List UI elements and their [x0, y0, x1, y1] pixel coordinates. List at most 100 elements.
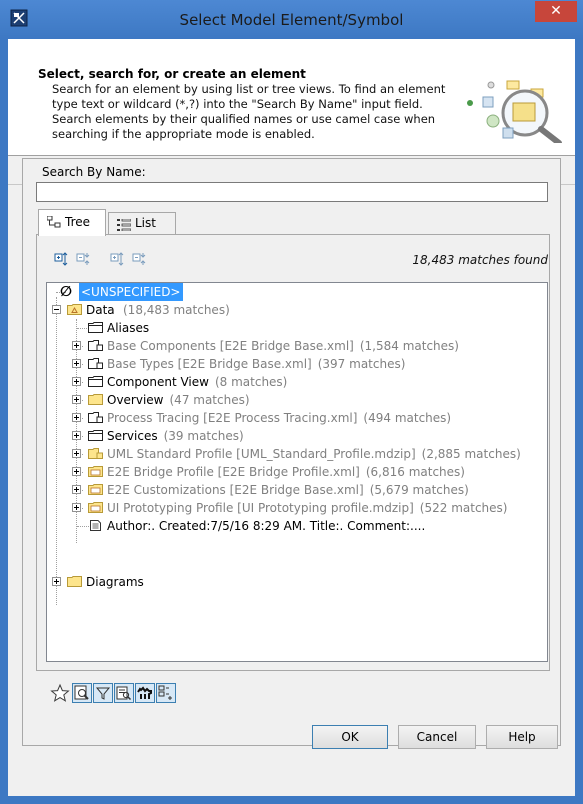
tree-guide-line [56, 297, 57, 605]
create-element-icon [158, 685, 172, 700]
tree-item-text: E2E Bridge Profile [E2E Bridge Profile.x… [107, 463, 465, 481]
camel-icon [137, 686, 152, 699]
tab-tree[interactable]: Tree [38, 209, 106, 236]
qualified-name-icon [116, 686, 132, 701]
search-mode-toggle[interactable] [72, 683, 92, 703]
folder-dark-icon [88, 430, 103, 441]
qualified-name-toggle[interactable] [114, 683, 134, 703]
cancel-button[interactable]: Cancel [398, 725, 476, 749]
package-yellow-icon [88, 448, 103, 459]
profile-yellow-icon [88, 484, 103, 495]
tree-item-label: Process Tracing [E2E Process Tracing.xml… [107, 411, 358, 425]
collapse-selected-icon[interactable] [132, 251, 150, 267]
dialog-window: Select Model Element/Symbol ✕ Select, se… [0, 0, 583, 804]
tab-list[interactable]: List [108, 212, 176, 235]
list-icon [117, 219, 131, 231]
search-document-icon [74, 685, 89, 700]
tree-item-count: (522 matches) [419, 501, 508, 515]
tree-item-count: (397 matches) [317, 357, 406, 371]
header-description: Search for an element by using list or t… [52, 82, 446, 141]
collapse-toggle-icon[interactable] [52, 305, 61, 314]
matches-count: 18,483 matches found [412, 253, 548, 267]
tree-item-text: E2E Customizations [E2E Bridge Base.xml]… [107, 481, 469, 499]
folder-icon [67, 576, 82, 587]
expand-toggle-icon[interactable] [72, 377, 81, 386]
profile-yellow-icon [88, 466, 103, 477]
expand-toggle-icon[interactable] [72, 485, 81, 494]
package-dark-icon [88, 412, 103, 423]
expand-toggle-icon[interactable] [72, 449, 81, 458]
folder-dark-icon [88, 322, 103, 333]
search-by-name-label: Search By Name: [42, 165, 146, 179]
tree-icon [47, 216, 61, 228]
expand-toggle-icon[interactable] [52, 577, 61, 586]
tree-item-text: Services (39 matches) [107, 427, 244, 445]
tree-item-label: <UNSPECIFIED> [79, 283, 183, 301]
tree-item-text: Base Components [E2E Bridge Base.xml] (1,… [107, 337, 459, 355]
tree-item-count: (1,584 matches) [359, 339, 459, 353]
package-dark-icon [88, 340, 103, 351]
expand-toggle-icon[interactable] [72, 341, 81, 350]
title-bar[interactable]: Select Model Element/Symbol ✕ [0, 0, 583, 39]
tree-item-label: E2E Customizations [E2E Bridge Base.xml] [107, 483, 364, 497]
tree-item-label: Services [107, 429, 158, 443]
model-folder-icon [67, 304, 82, 315]
tree-item-count: (5,679 matches) [369, 483, 469, 497]
folder-dark-icon [88, 376, 103, 387]
header-title: Select, search for, or create an element [38, 67, 306, 81]
expand-all-icon[interactable] [54, 251, 72, 267]
new-element-toggle[interactable] [156, 683, 176, 703]
tree-item-count: (39 matches) [163, 429, 244, 443]
tree-item-count: (18,483 matches) [123, 303, 230, 317]
folder-yellow-icon [88, 394, 103, 405]
tree-item-text: Component View (8 matches) [107, 373, 287, 391]
tab-tree-label: Tree [65, 215, 91, 229]
expand-toggle-icon[interactable] [72, 413, 81, 422]
empty-set-icon: ∅ [60, 284, 72, 300]
package-dark-icon [88, 358, 103, 369]
tree-item-label: Component View [107, 375, 209, 389]
tree-item-text: Base Types [E2E Bridge Base.xml] (397 mat… [107, 355, 405, 373]
tree-item-label: Aliases [107, 321, 150, 335]
tree-item-label: Base Types [E2E Bridge Base.xml] [107, 357, 312, 371]
tree-item-label: Overview [107, 393, 164, 407]
expand-toggle-icon[interactable] [72, 467, 81, 476]
tree-item-count: (47 matches) [169, 393, 250, 407]
header-banner: Select, search for, or create an element… [8, 39, 575, 156]
expand-toggle-icon[interactable] [72, 395, 81, 404]
expand-toggle-icon[interactable] [72, 359, 81, 368]
expand-selected-icon[interactable] [110, 251, 128, 267]
search-by-name-input[interactable] [36, 182, 548, 202]
tab-list-label: List [135, 216, 156, 230]
tree-item-label: UML Standard Profile [UML_Standard_Profi… [107, 447, 416, 461]
element-tree[interactable]: ∅ <UNSPECIFIED> Data (18,483 matches) Al… [46, 282, 548, 662]
tree-item-label: Diagrams [86, 575, 144, 589]
profile-yellow-icon [88, 502, 103, 513]
tree-item-text: Overview (47 matches) [107, 391, 250, 409]
close-button[interactable]: ✕ [535, 1, 577, 22]
tree-item-count: (2,885 matches) [421, 447, 521, 461]
filter-toggle[interactable] [93, 683, 113, 703]
tree-item-count: (8 matches) [214, 375, 288, 389]
tree-item-text: Process Tracing [E2E Process Tracing.xml… [107, 409, 451, 427]
window-title: Select Model Element/Symbol [179, 11, 404, 29]
comment-icon [90, 520, 101, 531]
tree-item-count: (6,816 matches) [365, 465, 465, 479]
ok-button[interactable]: OK [312, 725, 388, 749]
expand-toggle-icon[interactable] [72, 503, 81, 512]
favorite-star-icon[interactable] [50, 683, 70, 703]
tree-item-label: Data [86, 303, 115, 317]
tree-item-label: E2E Bridge Profile [E2E Bridge Profile.x… [107, 465, 360, 479]
magnifier-illustration-icon [467, 80, 562, 143]
filter-icon [95, 687, 111, 700]
tree-item-text: UI Prototyping Profile [UI Prototyping p… [107, 499, 507, 517]
tree-item-label: Author:. Created:7/5/16 8:29 AM. Title:.… [107, 519, 426, 533]
tree-item-text: UML Standard Profile [UML_Standard_Profi… [107, 445, 521, 463]
tree-item-label: UI Prototyping Profile [UI Prototyping p… [107, 501, 414, 515]
collapse-all-icon[interactable] [76, 251, 94, 267]
tree-item-label: Base Components [E2E Bridge Base.xml] [107, 339, 354, 353]
tree-item-count: (494 matches) [363, 411, 452, 425]
help-button[interactable]: Help [486, 725, 558, 749]
camel-case-toggle[interactable] [135, 683, 155, 703]
expand-toggle-icon[interactable] [72, 431, 81, 440]
